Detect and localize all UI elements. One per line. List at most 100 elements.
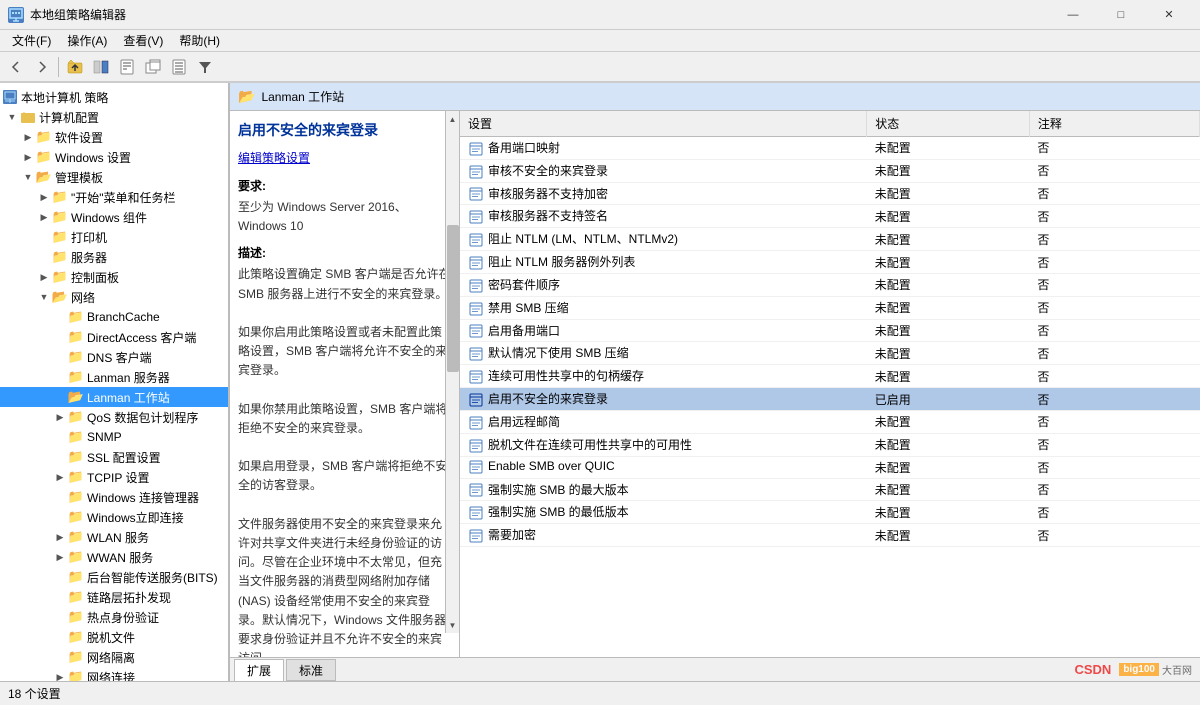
tree-item-27[interactable]: 📁 网络隔离 [0,647,228,667]
expander-28[interactable]: ▶ [52,669,68,681]
folder-icon-1: 📁 [36,129,52,145]
tree-item-28[interactable]: ▶ 📁 网络连接 [0,667,228,681]
tree-item-9[interactable]: ▼ 📂 网络 [0,287,228,307]
expander-0[interactable]: ▼ [4,109,20,125]
tree-item-23[interactable]: 📁 后台智能传送服务(BITS) [0,567,228,587]
tree-item-13[interactable]: 📁 Lanman 服务器 [0,367,228,387]
expander-5[interactable]: ▶ [36,209,52,225]
maximize-button[interactable]: □ [1098,0,1144,30]
table-row[interactable]: 阻止 NTLM 服务器例外列表 未配置 否 [460,251,1200,274]
tree-item-16[interactable]: 📁 SNMP [0,427,228,447]
edit-policy-link[interactable]: 编辑策略设置 [238,151,310,165]
tree-item-20[interactable]: 📁 Windows立即连接 [0,507,228,527]
table-row[interactable]: 默认情况下使用 SMB 压缩 未配置 否 [460,342,1200,365]
new-window-button[interactable] [141,55,165,79]
table-row[interactable]: 脱机文件在连续可用性共享中的可用性 未配置 否 [460,433,1200,456]
back-button[interactable] [4,55,28,79]
toolbar-separator-1 [58,57,59,77]
table-body: 备用端口映射 未配置 否 审核不安全的来宾登录 未配置 否 [460,137,1200,547]
menu-file[interactable]: 文件(F) [4,30,59,51]
expander-1[interactable]: ▶ [20,129,36,145]
tree-item-5[interactable]: ▶ 📁 Windows 组件 [0,207,228,227]
close-button[interactable]: ✕ [1146,0,1192,30]
tree-item-17[interactable]: 📁 SSL 配置设置 [0,447,228,467]
tree-item-12[interactable]: 📁 DNS 客户端 [0,347,228,367]
tab-standard[interactable]: 标准 [286,659,336,681]
desc-scrollbar[interactable]: ▲ ▼ [445,111,459,633]
tab-expand[interactable]: 扩展 [234,659,284,681]
table-row[interactable]: 连续可用性共享中的句柄缓存 未配置 否 [460,365,1200,388]
tree-item-22[interactable]: ▶ 📁 WWAN 服务 [0,547,228,567]
tree-item-7[interactable]: 📁 服务器 [0,247,228,267]
forward-button[interactable] [30,55,54,79]
menu-action[interactable]: 操作(A) [59,30,115,51]
expand-button[interactable] [167,55,191,79]
tree-item-8[interactable]: ▶ 📁 控制面板 [0,267,228,287]
tree-item-10[interactable]: 📁 BranchCache [0,307,228,327]
table-row[interactable]: 启用远程邮简 未配置 否 [460,410,1200,433]
col-comment[interactable]: 注释 [1029,111,1199,137]
table-row[interactable]: 阻止 NTLM (LM、NTLM、NTLMv2) 未配置 否 [460,228,1200,251]
scroll-track [446,127,460,617]
minimize-button[interactable]: — [1050,0,1096,30]
table-row[interactable]: 启用不安全的来宾登录 已启用 否 [460,388,1200,411]
tree-item-3[interactable]: ▼ 📂 管理模板 [0,167,228,187]
tree-item-4[interactable]: ▶ 📁 "开始"菜单和任务栏 [0,187,228,207]
tree-item-11[interactable]: 📁 DirectAccess 客户端 [0,327,228,347]
menu-view[interactable]: 查看(V) [115,30,171,51]
expander-22[interactable]: ▶ [52,549,68,565]
tree-item-15[interactable]: ▶ 📁 QoS 数据包计划程序 [0,407,228,427]
expander-18[interactable]: ▶ [52,469,68,485]
table-row[interactable]: 密码套件顺序 未配置 否 [460,273,1200,296]
tree-item-14[interactable]: 📂 Lanman 工作站 [0,387,228,407]
expander-21[interactable]: ▶ [52,529,68,545]
tree-item-0[interactable]: ▼ 计算机配置 [0,107,228,127]
table-row[interactable]: 备用端口映射 未配置 否 [460,137,1200,160]
setting-icon [468,505,484,521]
scroll-up[interactable]: ▲ [446,111,460,127]
tree-root[interactable]: 本地计算机 策略 [0,87,228,107]
tree-item-25[interactable]: 📁 热点身份验证 [0,607,228,627]
show-hide-button[interactable] [89,55,113,79]
desc-label: 描述: [238,244,451,263]
folder-icon-9: 📂 [52,289,68,305]
cell-comment: 否 [1029,182,1199,205]
expander-4[interactable]: ▶ [36,189,52,205]
filter-button[interactable] [193,55,217,79]
cell-setting: 审核不安全的来宾登录 [460,159,867,182]
tree-item-21[interactable]: ▶ 📁 WLAN 服务 [0,527,228,547]
tree-item-26[interactable]: 📁 脱机文件 [0,627,228,647]
scroll-down[interactable]: ▼ [446,617,460,633]
table-row[interactable]: 强制实施 SMB 的最低版本 未配置 否 [460,501,1200,524]
table-row[interactable]: 需要加密 未配置 否 [460,524,1200,547]
tree-item-2[interactable]: ▶ 📁 Windows 设置 [0,147,228,167]
table-row[interactable]: 审核服务器不支持加密 未配置 否 [460,182,1200,205]
scroll-thumb[interactable] [447,225,459,372]
cell-comment: 否 [1029,365,1199,388]
tree-item-19[interactable]: 📁 Windows 连接管理器 [0,487,228,507]
tree-item-18[interactable]: ▶ 📁 TCPIP 设置 [0,467,228,487]
expander-8[interactable]: ▶ [36,269,52,285]
desc-scroll[interactable]: 启用不安全的来宾登录 编辑策略设置 要求: 至少为 Windows Server… [230,111,459,657]
expander-15[interactable]: ▶ [52,409,68,425]
table-row[interactable]: 审核不安全的来宾登录 未配置 否 [460,159,1200,182]
label-27: 网络隔离 [87,649,135,666]
cell-comment: 否 [1029,159,1199,182]
expander-9[interactable]: ▼ [36,289,52,305]
col-status[interactable]: 状态 [867,111,1030,137]
tree-item-1[interactable]: ▶ 📁 软件设置 [0,127,228,147]
col-setting[interactable]: 设置 [460,111,867,137]
properties-button[interactable] [115,55,139,79]
menu-help[interactable]: 帮助(H) [171,30,228,51]
folder-up-button[interactable] [63,55,87,79]
table-row[interactable]: 强制实施 SMB 的最大版本 未配置 否 [460,478,1200,501]
table-row[interactable]: 禁用 SMB 压缩 未配置 否 [460,296,1200,319]
table-row[interactable]: Enable SMB over QUIC 未配置 否 [460,456,1200,478]
expander-2[interactable]: ▶ [20,149,36,165]
tree-item-24[interactable]: 📁 链路层拓扑发现 [0,587,228,607]
table-row[interactable]: 启用备用端口 未配置 否 [460,319,1200,342]
tree-item-6[interactable]: 📁 打印机 [0,227,228,247]
expander-3[interactable]: ▼ [20,169,36,185]
table-row[interactable]: 审核服务器不支持签名 未配置 否 [460,205,1200,228]
cell-setting: 需要加密 [460,524,867,547]
